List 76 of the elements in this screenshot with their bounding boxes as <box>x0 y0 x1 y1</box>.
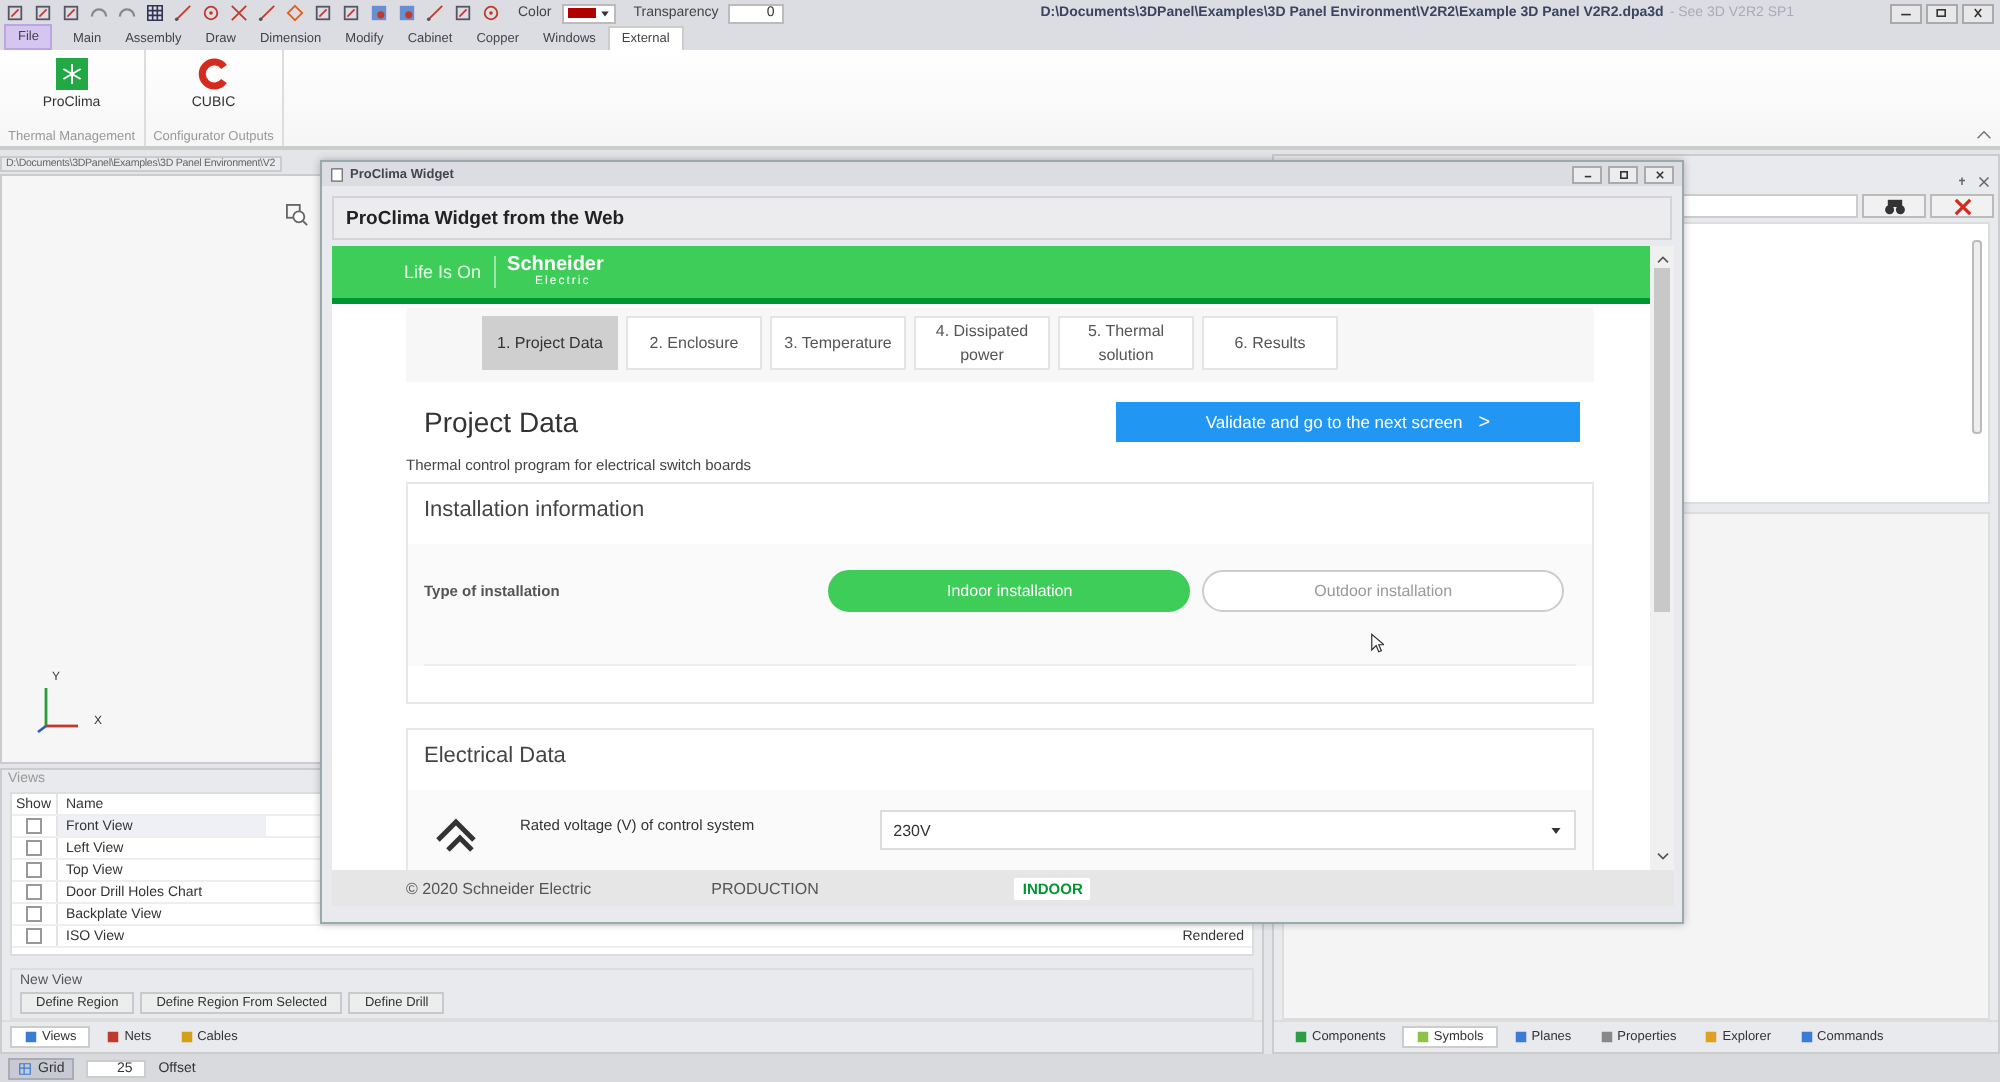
step-tab[interactable]: 6. Results <box>1202 316 1338 370</box>
scrollbar[interactable] <box>1650 246 1674 870</box>
tab-icon <box>179 1030 194 1044</box>
step-tab[interactable]: 4. Dissipated power <box>914 316 1050 370</box>
dialog-header: ProClima Widget from the Web <box>332 196 1672 240</box>
cross-icon[interactable] <box>230 4 248 22</box>
section-title: Installation information <box>424 498 645 522</box>
checkbox[interactable] <box>26 928 42 944</box>
close-icon <box>1970 8 1986 18</box>
tab-icon <box>1294 1030 1308 1044</box>
step-tab[interactable]: 5. Thermal solution <box>1058 316 1194 370</box>
page-heading: Project Data <box>424 406 579 438</box>
restore-icon <box>1934 8 1950 18</box>
scrollbar[interactable] <box>1972 240 1982 434</box>
step-tab[interactable]: 2. Enclosure <box>626 316 762 370</box>
step-tab[interactable]: 1. Project Data <box>482 316 618 370</box>
checkbox[interactable] <box>26 862 42 878</box>
line-icon[interactable] <box>174 4 192 22</box>
copyright-text: © 2020 Schneider Electric <box>406 879 592 897</box>
search-button[interactable] <box>1862 194 1926 218</box>
tab-icon <box>1599 1030 1614 1044</box>
voltage-select[interactable]: 230V <box>879 810 1576 850</box>
grid-icon <box>18 1061 32 1075</box>
section-title: Electrical Data <box>424 744 566 768</box>
circle-icon[interactable] <box>202 4 220 22</box>
c-letter-icon <box>197 58 230 90</box>
cursor-icon <box>1370 632 1384 654</box>
tab-icon <box>1513 1030 1528 1044</box>
collapse-ribbon-icon[interactable] <box>1976 130 1992 140</box>
close-button[interactable] <box>1962 3 1994 23</box>
scroll-up-icon[interactable] <box>1655 254 1669 264</box>
maximize-icon <box>1615 169 1631 179</box>
restore-button[interactable] <box>1926 3 1958 23</box>
pin-icon[interactable] <box>1956 176 1968 188</box>
tool-icon[interactable] <box>342 4 360 22</box>
minimize-icon <box>1898 8 1914 18</box>
environment-label: PRODUCTION <box>711 879 819 897</box>
color-picker[interactable] <box>561 3 616 23</box>
caret-icon <box>599 9 610 17</box>
caret-icon <box>1550 825 1562 835</box>
tool-icon[interactable] <box>6 4 24 22</box>
tool-icon[interactable] <box>286 4 304 22</box>
tab-icon <box>1799 1030 1814 1044</box>
clear-button[interactable] <box>1930 194 1994 218</box>
tool-icon[interactable] <box>370 4 388 22</box>
tab-icon <box>24 1030 38 1044</box>
step-tab[interactable]: 3. Temperature <box>770 316 906 370</box>
brand-tagline: Life Is On <box>404 262 482 282</box>
close-icon <box>1953 197 1971 215</box>
undo-icon[interactable] <box>90 4 108 22</box>
tab-icon <box>1704 1030 1719 1044</box>
window-icon <box>330 167 344 181</box>
tool-icon[interactable] <box>454 4 472 22</box>
checkbox[interactable] <box>26 884 42 900</box>
close-button[interactable] <box>1644 165 1674 183</box>
tool-icon[interactable] <box>62 4 80 22</box>
close-icon <box>1651 169 1667 179</box>
close-icon[interactable] <box>1978 176 1990 188</box>
binoculars-icon <box>1883 197 1905 215</box>
grid-icon[interactable] <box>146 4 164 22</box>
redo-icon[interactable] <box>118 4 136 22</box>
tool-icon[interactable] <box>34 4 52 22</box>
scroll-down-icon[interactable] <box>1655 852 1669 862</box>
snowflake-icon <box>55 58 88 90</box>
checkbox[interactable] <box>26 818 42 834</box>
maximize-button[interactable] <box>1608 165 1638 183</box>
checkbox[interactable] <box>26 906 42 922</box>
tab-icon <box>1415 1030 1430 1044</box>
checkbox[interactable] <box>26 840 42 856</box>
tool-icon[interactable] <box>398 4 416 22</box>
tool-icon[interactable] <box>314 4 332 22</box>
zoom-icon[interactable] <box>286 203 308 226</box>
tool-icon[interactable] <box>426 4 444 22</box>
tab-icon <box>106 1030 121 1044</box>
tool-icon[interactable] <box>258 4 276 22</box>
tool-icon[interactable] <box>482 4 500 22</box>
